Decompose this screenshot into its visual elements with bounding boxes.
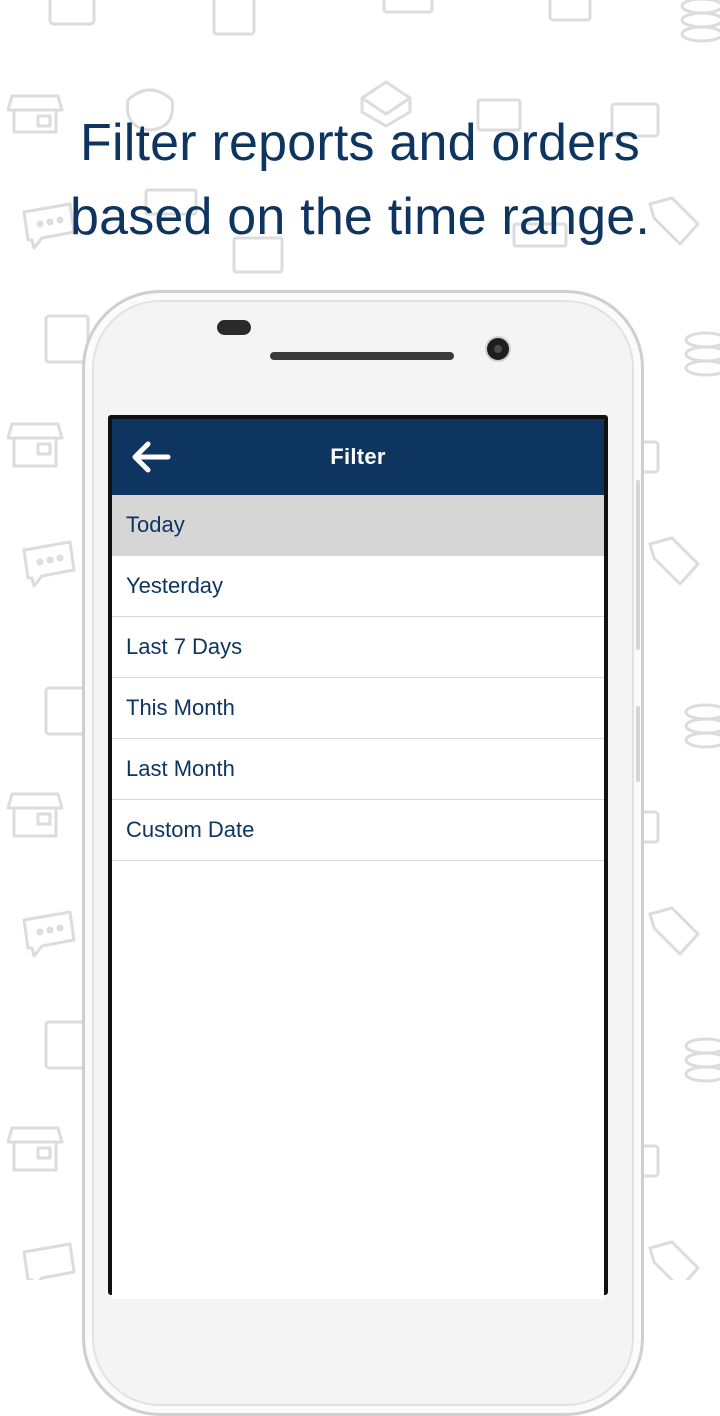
camera-icon bbox=[487, 338, 509, 360]
card-icon bbox=[44, 314, 90, 364]
tag-icon bbox=[648, 1240, 700, 1280]
phone-screen: Filter Today Yesterday Last 7 Days This … bbox=[108, 415, 608, 1299]
phone-speaker bbox=[270, 352, 454, 360]
phone-side-button bbox=[636, 480, 640, 650]
filter-option-last-7-days[interactable]: Last 7 Days bbox=[112, 617, 604, 678]
filter-option-yesterday[interactable]: Yesterday bbox=[112, 556, 604, 617]
headline-line-2: based on the time range. bbox=[69, 188, 651, 246]
filter-option-custom-date[interactable]: Custom Date bbox=[112, 800, 604, 861]
headline-line-1: Filter reports and orders bbox=[80, 114, 640, 172]
chat-icon bbox=[22, 540, 76, 588]
filter-option-today[interactable]: Today bbox=[112, 495, 604, 556]
app-bar: Filter bbox=[112, 419, 604, 495]
app-screen: Filter Today Yesterday Last 7 Days This … bbox=[112, 419, 604, 1299]
bag-icon bbox=[212, 0, 256, 36]
card-icon bbox=[548, 0, 592, 22]
chat-icon bbox=[22, 910, 76, 958]
phone-sensor bbox=[217, 320, 251, 335]
shop-icon bbox=[6, 422, 64, 468]
coins-icon bbox=[680, 0, 720, 43]
shop-icon bbox=[6, 792, 64, 838]
filter-list: Today Yesterday Last 7 Days This Month L… bbox=[112, 495, 604, 861]
phone-side-button bbox=[636, 706, 640, 782]
coins-icon bbox=[684, 1037, 720, 1083]
headline: Filter reports and orders based on the t… bbox=[0, 106, 720, 254]
shop-icon bbox=[6, 1126, 64, 1172]
coins-icon bbox=[684, 703, 720, 749]
card-icon bbox=[382, 0, 434, 14]
tag-icon bbox=[648, 906, 700, 956]
coins-icon bbox=[684, 331, 720, 377]
wallet-icon bbox=[48, 0, 96, 26]
chat-icon bbox=[22, 1242, 76, 1280]
page-title: Filter bbox=[330, 444, 386, 469]
filter-option-last-month[interactable]: Last Month bbox=[112, 739, 604, 800]
filter-option-this-month[interactable]: This Month bbox=[112, 678, 604, 739]
tag-icon bbox=[648, 536, 700, 586]
